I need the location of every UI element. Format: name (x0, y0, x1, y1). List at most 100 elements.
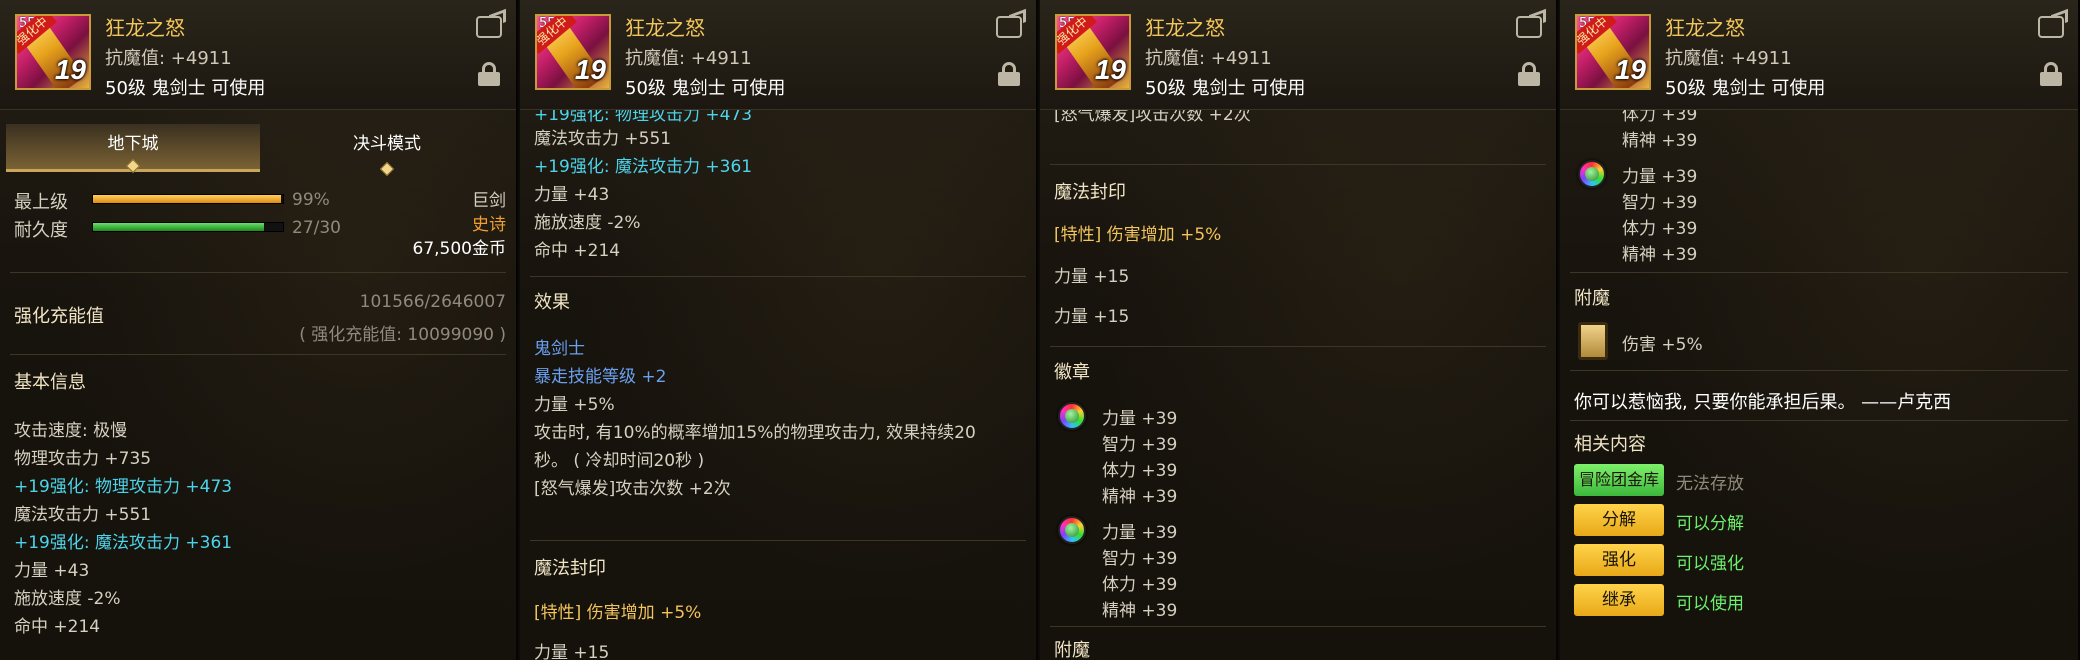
stat-line-enhance: +19强化: 物理攻击力 +473 (14, 477, 233, 497)
durability-label: 耐久度 (14, 220, 68, 241)
seal-title: 魔法封印 (1054, 182, 1126, 203)
item-usage: 50级 鬼剑士 可使用 (625, 78, 786, 99)
item-usage: 50级 鬼剑士 可使用 (1145, 78, 1306, 99)
rainbow-emblem-icon (1578, 160, 1606, 188)
emblem-stat: 体力 +39 (1102, 461, 1178, 481)
seal-line: 力量 +15 (1054, 307, 1130, 327)
lock-icon[interactable] (998, 62, 1020, 86)
disassemble-status: 可以分解 (1676, 514, 1744, 534)
stat-line-enhance: +19强化: 魔法攻击力 +361 (534, 157, 753, 177)
item-header: 55 强化中 19 狂龙之怒 抗魔值: +4911 50级 鬼剑士 可使用 (1040, 0, 1556, 110)
stat-line: 魔法攻击力 +551 (534, 129, 672, 149)
stat-line: 命中 +214 (14, 617, 101, 637)
seal-line: 力量 +15 (534, 643, 610, 660)
tab-dungeon[interactable]: 地下城 (6, 124, 260, 174)
divider (1570, 420, 2068, 421)
effect-desc: 秒。 ( 冷却时间20秒 ) (534, 451, 705, 471)
item-usage: 50级 鬼剑士 可使用 (1665, 78, 1826, 99)
share-icon[interactable] (996, 16, 1022, 38)
weapon-type: 巨剑 (472, 191, 506, 211)
lock-icon[interactable] (478, 62, 500, 86)
share-icon[interactable] (2038, 16, 2064, 38)
divider (10, 272, 506, 273)
lock-icon[interactable] (2040, 62, 2062, 86)
tooltip-panel-2: 55 强化中 19 狂龙之怒 抗魔值: +4911 50级 鬼剑士 可使用 +1… (520, 0, 1038, 660)
emblem-stat: 体力 +39 (1622, 219, 1698, 239)
lock-icon[interactable] (1518, 62, 1540, 86)
seal-trait: [特性] 伤害增加 +5% (534, 603, 702, 623)
stat-line: 攻击速度: 极慢 (14, 421, 128, 441)
item-header: 55 强化中 19 狂龙之怒 抗魔值: +4911 50级 鬼剑士 可使用 (520, 0, 1036, 110)
tooltip-panel-1: 55 强化中 19 狂龙之怒 抗魔值: +4911 50级 鬼剑士 可使用 地下… (0, 0, 518, 660)
emblem-stat: 力量 +39 (1622, 167, 1698, 187)
emblem-stat: 力量 +39 (1102, 409, 1178, 429)
item-icon: 55 强化中 19 (1575, 14, 1651, 90)
emblem-stat: 智力 +39 (1102, 549, 1178, 569)
related-title: 相关内容 (1574, 434, 1646, 455)
seal-trait: [特性] 伤害增加 +5% (1054, 225, 1222, 245)
item-header: 55 强化中 19 狂龙之怒 抗魔值: +4911 50级 鬼剑士 可使用 (0, 0, 516, 110)
price: 67,500金币 (412, 239, 506, 259)
divider (1050, 164, 1546, 165)
flavor-text: 你可以惹恼我, 只要你能承担后果。 ——卢克西 (1574, 392, 1952, 413)
effect-desc: 攻击时, 有10%的概率增加15%的物理攻击力, 效果持续20 (534, 423, 976, 443)
grade-value: 99% (292, 190, 330, 210)
charge-value: 101566/2646007 (359, 292, 506, 312)
item-title: 狂龙之怒 (1145, 16, 1225, 40)
divider (530, 540, 1026, 541)
tooltip-panel-4: 55 强化中 19 狂龙之怒 抗魔值: +4911 50级 鬼剑士 可使用 体力… (1560, 0, 2080, 660)
stat-line: 力量 +43 (534, 185, 610, 205)
charge-sub: ( 强化充能值: 10099090 ) (299, 325, 506, 345)
emblem-stat: 力量 +39 (1102, 523, 1178, 543)
item-title: 狂龙之怒 (105, 16, 185, 40)
item-header: 55 强化中 19 狂龙之怒 抗魔值: +4911 50级 鬼剑士 可使用 (1560, 0, 2078, 110)
effect-line: 力量 +5% (534, 395, 615, 415)
grade-bar (92, 194, 284, 204)
inherit-button[interactable]: 继承 (1574, 584, 1664, 616)
share-icon[interactable] (476, 16, 502, 38)
item-icon: 55 强化中 19 (15, 14, 91, 90)
item-resist: 抗魔值: +4911 (105, 48, 232, 69)
durability-bar (92, 222, 284, 232)
grade-label: 最上级 (14, 192, 68, 213)
share-icon[interactable] (1516, 16, 1542, 38)
enhance-level: 19 (54, 54, 86, 85)
divider (1570, 370, 2068, 371)
enchant-card-icon (1578, 322, 1608, 360)
item-resist: 抗魔值: +4911 (625, 48, 752, 69)
item-resist: 抗魔值: +4911 (1145, 48, 1272, 69)
charge-label: 强化充能值 (14, 306, 104, 327)
divider (1570, 272, 2068, 273)
enchant-title: 附魔 (1574, 288, 1610, 309)
stat-line: 施放速度 -2% (14, 589, 121, 609)
basic-info-title: 基本信息 (14, 372, 86, 393)
storage-button[interactable]: 冒险团金库 (1574, 464, 1664, 496)
effect-skill: 暴走技能等级 +2 (534, 367, 667, 387)
item-resist: 抗魔值: +4911 (1665, 48, 1792, 69)
storage-status: 无法存放 (1676, 474, 1744, 494)
emblem-stat: 智力 +39 (1622, 193, 1698, 213)
item-title: 狂龙之怒 (1665, 16, 1745, 40)
seal-title: 魔法封印 (534, 558, 606, 579)
divider (530, 276, 1026, 277)
seal-line: 力量 +15 (1054, 267, 1130, 287)
item-title: 狂龙之怒 (625, 16, 705, 40)
emblem-stat: 精神 +39 (1622, 245, 1698, 265)
mode-tabs: 地下城 决斗模式 (6, 124, 514, 177)
stat-line: 施放速度 -2% (534, 213, 641, 233)
divider (1050, 346, 1546, 347)
rainbow-emblem-icon (1058, 516, 1086, 544)
emblem-stat: 精神 +39 (1102, 601, 1178, 621)
emblem-title: 徽章 (1054, 362, 1090, 383)
enhance-button[interactable]: 强化 (1574, 544, 1664, 576)
rainbow-emblem-icon (1058, 402, 1086, 430)
divider (1050, 626, 1546, 627)
item-icon: 55 强化中 19 (535, 14, 611, 90)
disassemble-button[interactable]: 分解 (1574, 504, 1664, 536)
item-icon: 55 强化中 19 (1055, 14, 1131, 90)
emblem-stat: 体力 +39 (1102, 575, 1178, 595)
tab-duel[interactable]: 决斗模式 (260, 124, 514, 177)
divider (10, 354, 506, 355)
stat-line: 力量 +43 (14, 561, 90, 581)
enchant-title: 附魔 (1054, 640, 1090, 660)
